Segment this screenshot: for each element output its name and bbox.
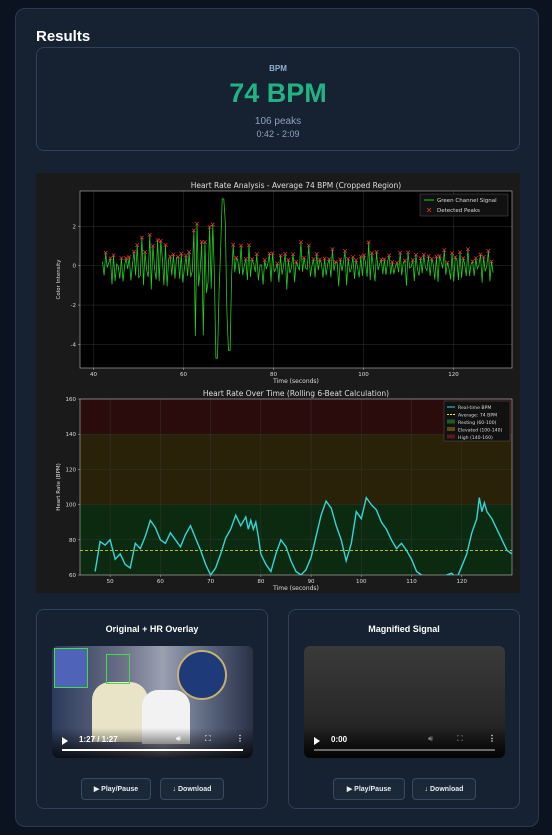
hr-legend-swatch xyxy=(447,427,455,431)
signal-chart-tick-label-y: 0 xyxy=(73,264,77,270)
hr-legend-label: Average: 74 BPM xyxy=(458,413,497,419)
download-button[interactable]: ↓ Download xyxy=(412,778,476,800)
hr-chart-title: Heart Rate Over Time (Rolling 6-Beat Cal… xyxy=(203,389,389,398)
legend-green-label: Green Channel Signal xyxy=(437,198,497,204)
hr-chart-tick-label-y: 120 xyxy=(66,467,77,473)
seek-bar[interactable] xyxy=(62,749,243,751)
original-video-card: Original + HR Overlay 1:27 / 1:27 🔊︎ ⛶ ⋮… xyxy=(36,609,268,809)
legend-peak-label: Detected Peaks xyxy=(437,208,480,214)
seal-emblem xyxy=(177,650,227,700)
magnified-video-player[interactable]: 0:00 🔊︎ ⛶ ⋮ xyxy=(304,646,505,758)
face-detection-box xyxy=(106,654,130,684)
signal-chart-tick-label-y: 2 xyxy=(73,224,77,230)
peak-count: 106 peaks xyxy=(254,116,302,127)
volume-icon[interactable]: 🔊︎ xyxy=(428,734,433,744)
signal-chart-tick-label-y: -2 xyxy=(71,303,76,309)
original-video-title: Original + HR Overlay xyxy=(105,624,199,634)
hr-chart-xlabel: Time (seconds) xyxy=(272,585,319,592)
signal-chart-title: Heart Rate Analysis - Average 74 BPM (Cr… xyxy=(191,181,401,190)
hr-legend-label: Real-time BPM xyxy=(458,405,491,411)
hr-legend-label: High (140-160) xyxy=(458,435,493,441)
hr-chart-tick-label-x: 100 xyxy=(356,579,367,585)
signal-chart-xlabel: Time (seconds) xyxy=(272,378,319,385)
hr-chart-tick-label-y: 80 xyxy=(69,538,76,544)
magnified-video-card: Magnified Signal 0:00 🔊︎ ⛶ ⋮ ▶ Play/Paus… xyxy=(288,609,520,809)
download-button[interactable]: ↓ Download xyxy=(160,778,224,800)
more-options-icon[interactable]: ⋮ xyxy=(236,734,244,743)
hr-chart-tick-label-x: 60 xyxy=(157,579,164,585)
hr-chart-tick-label-x: 50 xyxy=(107,579,114,585)
seek-bar[interactable] xyxy=(314,749,495,751)
overlay-thumbnail xyxy=(54,648,88,688)
hr-chart-tick-label-x: 120 xyxy=(457,579,468,585)
original-video-player[interactable]: 1:27 / 1:27 🔊︎ ⛶ ⋮ xyxy=(52,646,253,758)
signal-chart-tick-label-x: 40 xyxy=(90,372,97,378)
hr-chart-tick-label-y: 160 xyxy=(66,397,77,403)
play-icon[interactable] xyxy=(62,737,68,745)
magnified-video-title: Magnified Signal xyxy=(368,624,440,634)
signal-chart-tick-label-x: 120 xyxy=(448,372,459,378)
bpm-value: 74 BPM xyxy=(229,78,327,108)
fullscreen-icon[interactable]: ⛶ xyxy=(457,734,463,744)
hr-legend-label: Resting (60-100) xyxy=(458,420,497,426)
hr-chart-ylabel: Heart Rate (BPM) xyxy=(56,463,62,511)
analysis-plots: 40 60 80 100 120 -4 -2 0 2 Heart Rate Analysis - … xyxy=(36,173,520,593)
play-pause-button[interactable]: ▶ Play/Pause xyxy=(81,778,151,800)
more-options-icon[interactable]: ⋮ xyxy=(488,734,496,743)
hr-chart-tick-label-x: 70 xyxy=(207,579,214,585)
hr-chart-tick-label-y: 100 xyxy=(66,503,77,509)
volume-icon[interactable]: 🔊︎ xyxy=(176,734,181,744)
hr-chart-tick-label-x: 80 xyxy=(257,579,264,585)
play-icon[interactable] xyxy=(314,737,320,745)
hr-legend-swatch xyxy=(447,434,455,439)
hr-legend-label: Elevated (100-140) xyxy=(458,428,503,434)
bpm-label: BPM xyxy=(269,64,287,73)
signal-chart-plot-area xyxy=(80,191,512,368)
hr-chart-tick-label-y: 60 xyxy=(69,573,76,579)
plots-svg: 40 60 80 100 120 -4 -2 0 2 Heart Rate Analysis - … xyxy=(56,181,513,592)
bpm-summary-box: BPM 74 BPM 106 peaks 0:42 - 2:09 xyxy=(36,47,520,151)
signal-chart-ylabel: Color Intensity xyxy=(56,259,62,300)
seek-bar-fill xyxy=(62,749,243,751)
signal-chart-tick-label-x: 100 xyxy=(358,372,369,378)
results-title: Results xyxy=(36,28,91,45)
results-card: Results BPM 74 BPM 106 peaks 0:42 - 2:09… xyxy=(15,8,539,827)
hr-chart-tick-label-x: 110 xyxy=(406,579,417,585)
video-controls: 1:27 / 1:27 🔊︎ ⛶ ⋮ xyxy=(52,728,253,758)
hr-chart-tick-label-y: 140 xyxy=(66,432,77,438)
fullscreen-icon[interactable]: ⛶ xyxy=(205,734,211,744)
time-range: 0:42 - 2:09 xyxy=(256,129,300,139)
signal-chart-tick-label-y: -4 xyxy=(71,342,77,348)
video-time: 0:00 xyxy=(331,735,348,744)
hr-legend-swatch xyxy=(447,419,455,424)
signal-chart-tick-label-x: 60 xyxy=(180,372,187,378)
video-controls: 0:00 🔊︎ ⛶ ⋮ xyxy=(304,728,505,758)
video-time: 1:27 / 1:27 xyxy=(79,735,118,744)
play-pause-button[interactable]: ▶ Play/Pause xyxy=(333,778,405,800)
